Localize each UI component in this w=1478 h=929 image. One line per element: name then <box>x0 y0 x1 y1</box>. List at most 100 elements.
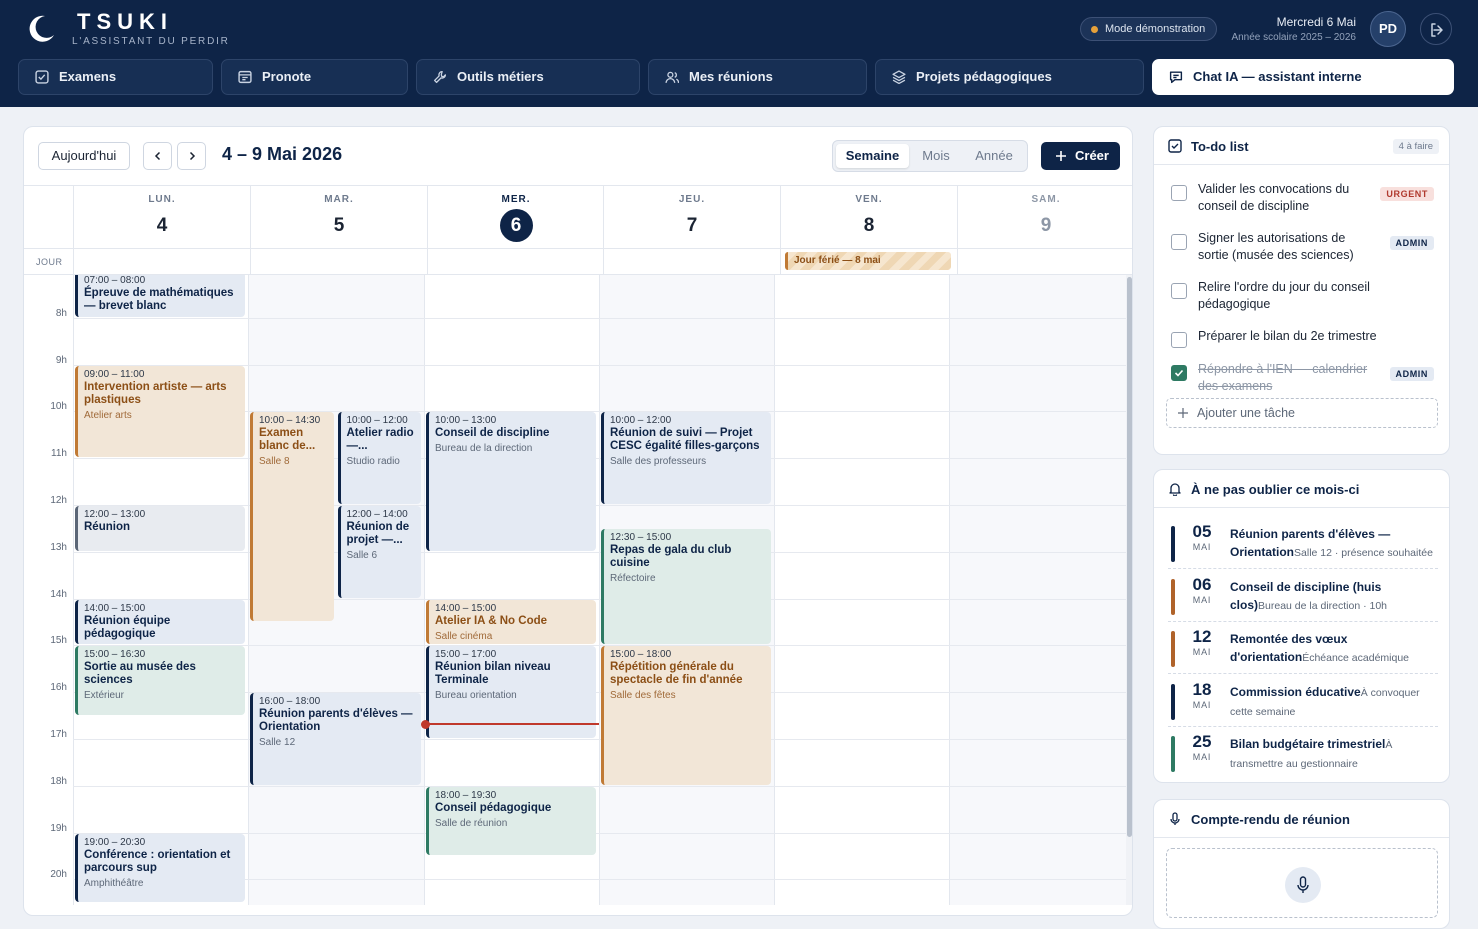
day-header-1[interactable]: LUN. 4 <box>73 185 250 248</box>
nav-tab-5[interactable]: Projets pédagogiques <box>875 59 1144 95</box>
view-week-button[interactable]: Semaine <box>836 144 909 168</box>
hour-label: 13h <box>50 541 67 553</box>
create-event-button[interactable]: Créer <box>1041 142 1120 170</box>
checklist-icon <box>35 70 49 84</box>
nav-tab-1[interactable]: Examens <box>18 59 213 95</box>
user-avatar[interactable]: PD <box>1370 11 1406 47</box>
all-day-cell[interactable] <box>73 248 250 274</box>
reminder-item[interactable]: 12 MAI Remontée des vœux d'orientationÉché… <box>1168 621 1438 671</box>
day-header-6[interactable]: SAM. 9 <box>957 185 1132 248</box>
demo-mode-badge[interactable]: Mode démonstration <box>1080 17 1218 41</box>
record-drop-zone[interactable] <box>1166 848 1438 918</box>
event-title: Épreuve de mathématiques — brevet blanc <box>84 287 234 312</box>
calendar-event[interactable]: 10:00 – 14:30 Examen blanc de... Salle 8 <box>250 412 334 621</box>
nav-tab-6[interactable]: Chat IA — assistant interne <box>1152 59 1454 95</box>
event-time: 15:00 – 17:00 <box>435 649 497 661</box>
logout-button[interactable] <box>1420 13 1452 45</box>
event-title: Réunion équipe pédagogique <box>84 614 171 640</box>
day-number-value: 7 <box>686 215 698 236</box>
todo-checkbox[interactable] <box>1171 234 1187 250</box>
calendar-event[interactable]: 12:00 – 14:00 Réunion de projet —... Salle… <box>337 506 421 598</box>
todo-text[interactable]: Relire l'ordre du jour du conseil pédago… <box>1198 279 1378 313</box>
time-grid: 7h8h9h10h11h12h13h14h15h16h17h18h19h20h0… <box>24 275 1132 905</box>
calendar-event[interactable]: 10:00 – 12:00 Atelier radio —... Studio ra… <box>337 412 421 504</box>
event-location: Salle des fêtes <box>610 690 676 702</box>
all-day-cell[interactable] <box>603 248 780 274</box>
todo-text[interactable]: Signer les autorisations de sortie (musé… <box>1198 230 1378 264</box>
all-day-cell[interactable] <box>427 248 604 274</box>
hour-label: 12h <box>50 495 67 506</box>
calendar-event[interactable]: 07:00 – 08:00 Épreuve de mathématiques — … <box>75 275 245 317</box>
today-button[interactable]: Aujourd'hui <box>38 142 130 170</box>
previous-week-button[interactable] <box>143 142 172 170</box>
event-location: Salle des professeurs <box>610 456 707 468</box>
day-header-5[interactable]: VEN. 8 <box>780 185 957 248</box>
day-column[interactable] <box>949 275 1126 905</box>
day-header-4[interactable]: JEU. 7 <box>603 185 780 248</box>
reminder-item[interactable]: 25 MAI Bilan budgétaire trimestrielÀ trans… <box>1168 726 1438 776</box>
event-time: 16:00 – 18:00 <box>259 696 321 708</box>
nav-tab-4[interactable]: Mes réunions <box>648 59 867 95</box>
todo-checkbox[interactable] <box>1171 283 1187 299</box>
event-time: 14:00 – 15:00 <box>84 602 146 614</box>
calendar-event[interactable]: 12:00 – 13:00 Réunion <box>75 506 245 551</box>
event-time: 10:00 – 12:00 <box>610 415 672 427</box>
calendar-event[interactable]: 10:00 – 12:00 Réunion de suivi — Projet C… <box>601 412 771 504</box>
calendar-event[interactable]: 10:00 – 13:00 Conseil de discipline Bureau… <box>426 412 596 551</box>
reminders-header: À ne pas oublier ce mois-ci <box>1154 470 1449 508</box>
calendar-event[interactable]: 09:00 – 11:00 Intervention artiste — arts… <box>75 365 245 458</box>
calendar-event[interactable]: 15:00 – 18:00 Répétition générale du spec… <box>601 646 771 785</box>
event-time: 12:00 – 13:00 <box>84 509 146 520</box>
todo-checkbox[interactable] <box>1171 332 1187 348</box>
day-number: 5 <box>251 209 427 242</box>
current-time-dot <box>421 719 430 729</box>
todo-text[interactable]: Répondre à l'IEN — calendrier des examen… <box>1198 361 1378 395</box>
calendar-event[interactable]: 16:00 – 18:00 Réunion parents d'élèves — … <box>250 693 421 785</box>
all-day-cell[interactable] <box>250 248 427 274</box>
record-button[interactable] <box>1285 867 1321 903</box>
todo-checkbox[interactable] <box>1171 185 1187 201</box>
day-column[interactable] <box>774 275 949 905</box>
calendar-event[interactable]: 15:00 – 16:30 Sortie au musée des science… <box>75 646 245 715</box>
reminder-item[interactable]: 06 MAI Conseil de discipline (huis clos)Bu… <box>1168 569 1438 619</box>
day-header-3[interactable]: MER. 6 <box>427 185 604 248</box>
next-week-button[interactable] <box>177 142 206 170</box>
hour-label: 19h <box>50 822 67 834</box>
reminder-item[interactable]: 05 MAI Réunion parents d'élèves — Orientat… <box>1168 516 1438 566</box>
day-number-value: 9 <box>1040 215 1052 236</box>
all-day-cell[interactable] <box>957 248 1132 274</box>
day-number: 4 <box>74 209 250 242</box>
reminder-month: MAI <box>1192 594 1212 605</box>
add-task-button[interactable]: Ajouter une tâche <box>1166 398 1438 428</box>
holiday-event[interactable]: Jour férié — 8 mai <box>785 252 951 270</box>
view-month-button[interactable]: Mois <box>911 144 961 168</box>
chevron-left-icon <box>154 151 161 161</box>
nav-tab-label: Mes réunions <box>689 69 773 84</box>
calendar-event[interactable]: 18:00 – 19:30 Conseil pédagogique Salle de… <box>426 786 596 855</box>
day-header-2[interactable]: MAR. 5 <box>250 185 427 248</box>
nav-tab-3[interactable]: Outils métiers <box>416 59 640 95</box>
event-location: Salle cinéma <box>435 630 493 642</box>
calendar-event[interactable]: 14:00 – 15:00 Réunion équipe pédagogique <box>75 599 245 645</box>
checkbox-icon <box>1168 139 1182 153</box>
reminder-note: Bureau de la direction · 10h <box>1258 599 1388 612</box>
reminder-color-bar <box>1171 526 1175 562</box>
todo-text[interactable]: Valider les convocations du conseil de d… <box>1198 181 1378 215</box>
microphone-icon <box>1297 876 1309 893</box>
scrollbar-thumb[interactable] <box>1127 277 1132 837</box>
event-title: Atelier radio —... <box>346 427 414 453</box>
todo-checkbox[interactable] <box>1171 365 1187 381</box>
hour-label: 11h <box>51 448 67 460</box>
nav-tab-label: Examens <box>59 69 117 84</box>
plus-icon <box>1178 408 1188 418</box>
calendar-event[interactable]: 19:00 – 20:30 Conférence : orientation et… <box>75 833 245 902</box>
week-range-title: 4 – 9 Mai 2026 <box>222 144 343 164</box>
calendar-event[interactable]: 14:00 – 15:00 Atelier IA & No Code Salle c… <box>426 599 596 645</box>
todo-text[interactable]: Préparer le bilan du 2e trimestre <box>1198 328 1378 345</box>
view-year-button[interactable]: Année <box>965 144 1023 168</box>
layers-icon <box>892 70 906 84</box>
calendar-event[interactable]: 12:30 – 15:00 Repas de gala du club cuisi… <box>601 529 771 645</box>
wrench-icon <box>433 70 447 84</box>
reminder-item[interactable]: 18 MAI Commission éducativeÀ convoquer cet… <box>1168 674 1438 724</box>
nav-tab-2[interactable]: Pronote <box>221 59 408 95</box>
